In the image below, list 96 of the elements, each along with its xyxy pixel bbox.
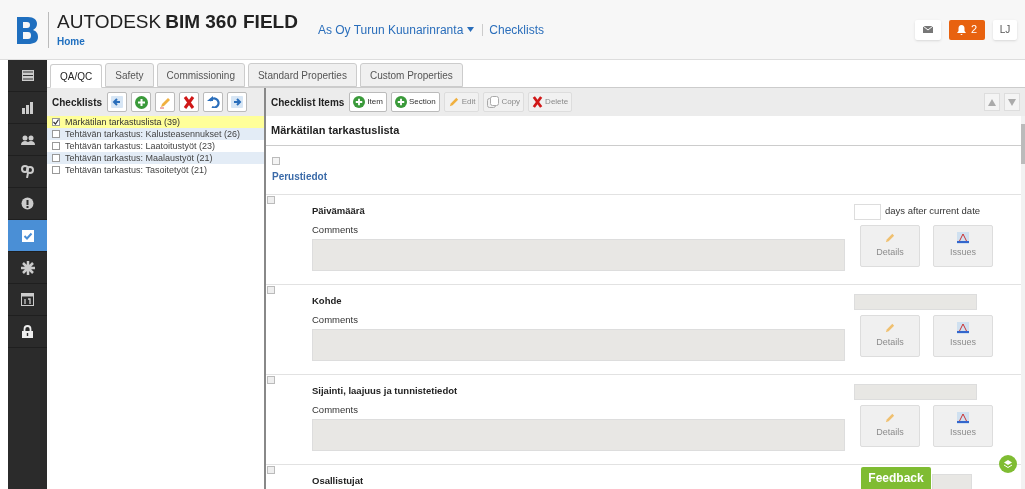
comments-field[interactable] [312,239,845,272]
details-button[interactable]: Details [860,315,920,357]
project-dropdown[interactable]: As Oy Turun Kuunarinranta [317,20,475,39]
issues-button[interactable]: Issues [933,315,993,357]
checkbox[interactable] [267,376,275,384]
checkbox[interactable] [52,154,60,162]
pencil-icon [447,96,460,108]
plus-icon [134,95,148,109]
checkbox[interactable] [52,166,60,174]
pin-icon [21,165,34,178]
issues-button[interactable]: Issues [933,225,993,267]
pencil-icon [884,412,896,425]
details-button[interactable]: Details [860,225,920,267]
comments-label: Comments [312,313,359,327]
days-after-label: days after current date [885,204,981,219]
user-menu-button[interactable]: LJ [993,19,1017,40]
warning-sign-icon [957,322,969,335]
comments-field[interactable] [312,419,845,452]
item-title: Osallistujat [312,474,365,488]
layers-icon [1003,459,1013,469]
comments-field[interactable] [312,329,845,362]
toolbar-button[interactable] [179,92,200,112]
plus-icon [394,96,407,108]
x-icon [183,95,196,109]
comments-label: Comments [312,223,359,237]
tab[interactable]: Commissioning [156,63,245,87]
checkbox[interactable] [267,466,275,474]
toolbar-button[interactable] [203,92,224,112]
bar-chart-icon [21,101,34,114]
panel-title: Checklists [52,95,103,110]
value-field[interactable] [854,293,977,310]
checklist-title: Märkätilan tarkastuslista [266,116,1021,146]
product-name: BIM 360 [165,10,237,34]
breadcrumb-link[interactable]: Checklists [489,20,544,39]
warning-sign-icon [957,232,969,245]
move-up-button[interactable] [984,93,1000,111]
arrow-left-icon [111,96,124,108]
days-input-field[interactable] [854,203,881,220]
checkbox[interactable] [52,130,60,138]
asterisk-icon [20,260,35,275]
notifications-button[interactable]: 2 [948,19,985,40]
alert-icon [21,197,34,210]
plus-icon [353,96,366,108]
panel-title: Checklist Items [271,95,345,110]
scrollbar-thumb[interactable] [1021,124,1025,164]
checkbox[interactable] [267,286,275,294]
tab[interactable]: Custom Properties [359,63,463,87]
triangle-down-icon [1008,98,1016,106]
checklist-row[interactable]: Märkätilan tarkastuslista (39) [47,116,264,128]
move-down-button[interactable] [1004,93,1020,111]
item-title: Päivämäärä [312,204,366,218]
pencil-icon [884,322,896,335]
layers-button[interactable] [999,455,1017,473]
tab[interactable]: Standard Properties [247,63,357,87]
checkbox[interactable] [52,118,60,126]
pencil-icon [158,95,172,109]
lock-icon [22,325,33,338]
product-edition: FIELD [243,10,298,34]
envelope-icon [922,26,933,33]
calendar-icon [21,293,34,306]
checkbox[interactable] [52,142,60,150]
section-heading: Perustiedot [272,169,328,184]
checklist-row[interactable]: Tehtävän tarkastus: Kalusteasennukset (26) [47,128,264,140]
checkbox-icon [21,229,34,242]
toolbar-button[interactable] [131,92,152,112]
arrow-right-icon [231,96,244,108]
undo-icon [206,96,220,108]
home-link[interactable]: Home [57,33,298,49]
pencil-icon [884,232,896,245]
value-field[interactable] [854,383,977,400]
checkbox[interactable] [267,196,275,204]
checklist-row[interactable]: Tehtävän tarkastus: Maalaustyöt (21) [47,152,264,164]
copy-icon [487,96,500,108]
details-button[interactable]: Details [860,405,920,447]
bell-icon [956,24,966,35]
x-icon [532,96,544,108]
item-title: Sijainti, laajuus ja tunnistetiedot [312,384,459,398]
issues-button[interactable]: Issues [933,405,993,447]
warning-sign-icon [957,412,969,425]
toolbar-button[interactable]: Section [390,92,440,112]
checkbox[interactable] [272,156,280,165]
sidebar-nav-button[interactable] [8,220,47,252]
comments-label: Comments [312,403,359,417]
item-title: Kohde [312,294,343,308]
toolbar-button[interactable]: Item [349,92,387,112]
caret-icon [467,27,475,32]
list-icon [21,70,34,81]
value-field[interactable] [932,473,972,489]
people-icon [20,134,35,145]
toolbar-button[interactable] [107,92,128,112]
triangle-up-icon [988,98,996,106]
tab[interactable]: QA/QC [50,64,103,88]
messages-button[interactable] [914,19,941,40]
brand-name: AUTODESK [57,10,162,34]
toolbar-button[interactable] [227,92,248,112]
tab[interactable]: Safety [105,63,154,87]
